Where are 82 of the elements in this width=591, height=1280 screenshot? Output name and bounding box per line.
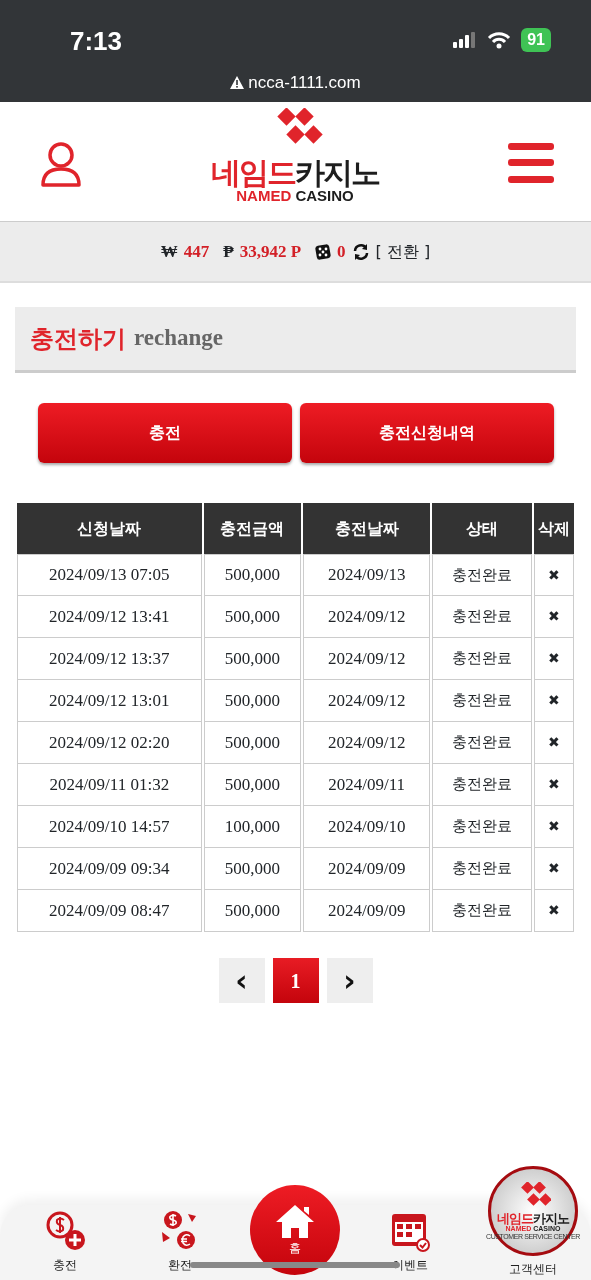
- logo-text: 네임드카지노: [497, 1212, 569, 1226]
- table-cell: 500,000: [203, 848, 302, 890]
- table-cell: 500,000: [203, 638, 302, 680]
- refresh-icon[interactable]: [351, 242, 370, 261]
- table-cell: 2024/09/11: [303, 764, 431, 806]
- previous-page-button[interactable]: ‹: [218, 958, 265, 1003]
- nav-label[interactable]: 환전: [168, 1256, 192, 1274]
- table-cell: 2024/09/10: [303, 806, 431, 848]
- delete-button[interactable]: ✖: [534, 596, 574, 638]
- home-label: 홈: [289, 1240, 301, 1257]
- table-cell: 2024/09/11 01:32: [17, 764, 202, 806]
- status-cell: 충전완료: [432, 554, 533, 596]
- cash-balance: 447: [183, 240, 210, 263]
- menu-icon[interactable]: [508, 143, 554, 183]
- wifi-icon: [487, 31, 512, 49]
- dice-count: 0: [337, 240, 346, 263]
- table-cell: 500,000: [203, 596, 302, 638]
- status-cell: 충전완료: [432, 890, 533, 932]
- table-cell: 2024/09/13: [303, 554, 431, 596]
- logo-text: 네임드카지노: [210, 158, 381, 188]
- status-cell: 충전완료: [432, 680, 533, 722]
- currency-symbol: ₩: [160, 240, 178, 263]
- charge-button[interactable]: 충전: [37, 403, 292, 463]
- delete-button[interactable]: ✖: [534, 806, 574, 848]
- table-cell: 500,000: [203, 722, 302, 764]
- column-header: 상태: [432, 503, 533, 554]
- battery-level: 91: [521, 28, 551, 52]
- history-button[interactable]: 충전신청내역: [299, 403, 554, 463]
- table-cell: 500,000: [203, 680, 302, 722]
- url-text: ncca-1111.com: [248, 72, 361, 94]
- delete-button[interactable]: ✖: [534, 680, 574, 722]
- column-header: 충전금액: [203, 503, 302, 554]
- table-cell: 500,000: [203, 554, 302, 596]
- delete-button[interactable]: ✖: [534, 890, 574, 932]
- clock-time: 7:13: [70, 25, 123, 58]
- status-cell: 충전완료: [432, 806, 533, 848]
- delete-button[interactable]: ✖: [534, 764, 574, 806]
- table-cell: 500,000: [203, 890, 302, 932]
- table-cell: 2024/09/10 14:57: [17, 806, 202, 848]
- status-cell: 충전완료: [432, 722, 533, 764]
- home-icon: [275, 1203, 315, 1239]
- point-balance: 33,942 P: [239, 240, 302, 263]
- nav-label: 고객센터: [508, 1261, 558, 1278]
- table-cell: 2024/09/12: [303, 638, 431, 680]
- coin-plus-icon[interactable]: [45, 1210, 85, 1252]
- dice-icon: [315, 243, 332, 260]
- next-page-button[interactable]: ›: [326, 958, 373, 1003]
- page-button[interactable]: 1: [272, 958, 319, 1003]
- delete-button[interactable]: ✖: [534, 638, 574, 680]
- table-cell: 500,000: [203, 764, 302, 806]
- section-title: 충전하기: [30, 323, 126, 355]
- table-cell: 2024/09/12 02:20: [17, 722, 202, 764]
- status-cell: 충전완료: [432, 848, 533, 890]
- table-cell: 2024/09/09 09:34: [17, 848, 202, 890]
- table-cell: 100,000: [203, 806, 302, 848]
- user-icon[interactable]: [40, 142, 82, 188]
- table-cell: 2024/09/12 13:01: [17, 680, 202, 722]
- logo-subtitle: NAMED CASINO: [236, 188, 354, 205]
- table-cell: 2024/09/09: [303, 848, 431, 890]
- convert-link[interactable]: [ 전환 ]: [375, 239, 431, 264]
- currency-symbol: ₱: [223, 240, 234, 263]
- status-cell: 충전완료: [432, 638, 533, 680]
- delete-button[interactable]: ✖: [534, 848, 574, 890]
- table-cell: 2024/09/12: [303, 596, 431, 638]
- table-cell: 2024/09/13 07:05: [17, 554, 202, 596]
- section-subtitle: rechange: [134, 324, 223, 353]
- table-cell: 2024/09/12: [303, 722, 431, 764]
- column-header: 삭제: [534, 503, 574, 554]
- warning-icon: [230, 76, 245, 90]
- table-cell: 2024/09/09 08:47: [17, 890, 202, 932]
- signal-icon: [453, 32, 478, 48]
- status-cell: 충전완료: [432, 764, 533, 806]
- column-header: 충전날짜: [303, 503, 431, 554]
- status-cell: 충전완료: [432, 596, 533, 638]
- nav-label[interactable]: 충전: [53, 1256, 77, 1274]
- table-cell: 2024/09/12 13:37: [17, 638, 202, 680]
- delete-button[interactable]: ✖: [534, 554, 574, 596]
- table-cell: 2024/09/12: [303, 680, 431, 722]
- table-cell: 2024/09/09: [303, 890, 431, 932]
- column-header: 신청날짜: [17, 503, 202, 554]
- delete-button[interactable]: ✖: [534, 722, 574, 764]
- table-cell: 2024/09/12 13:41: [17, 596, 202, 638]
